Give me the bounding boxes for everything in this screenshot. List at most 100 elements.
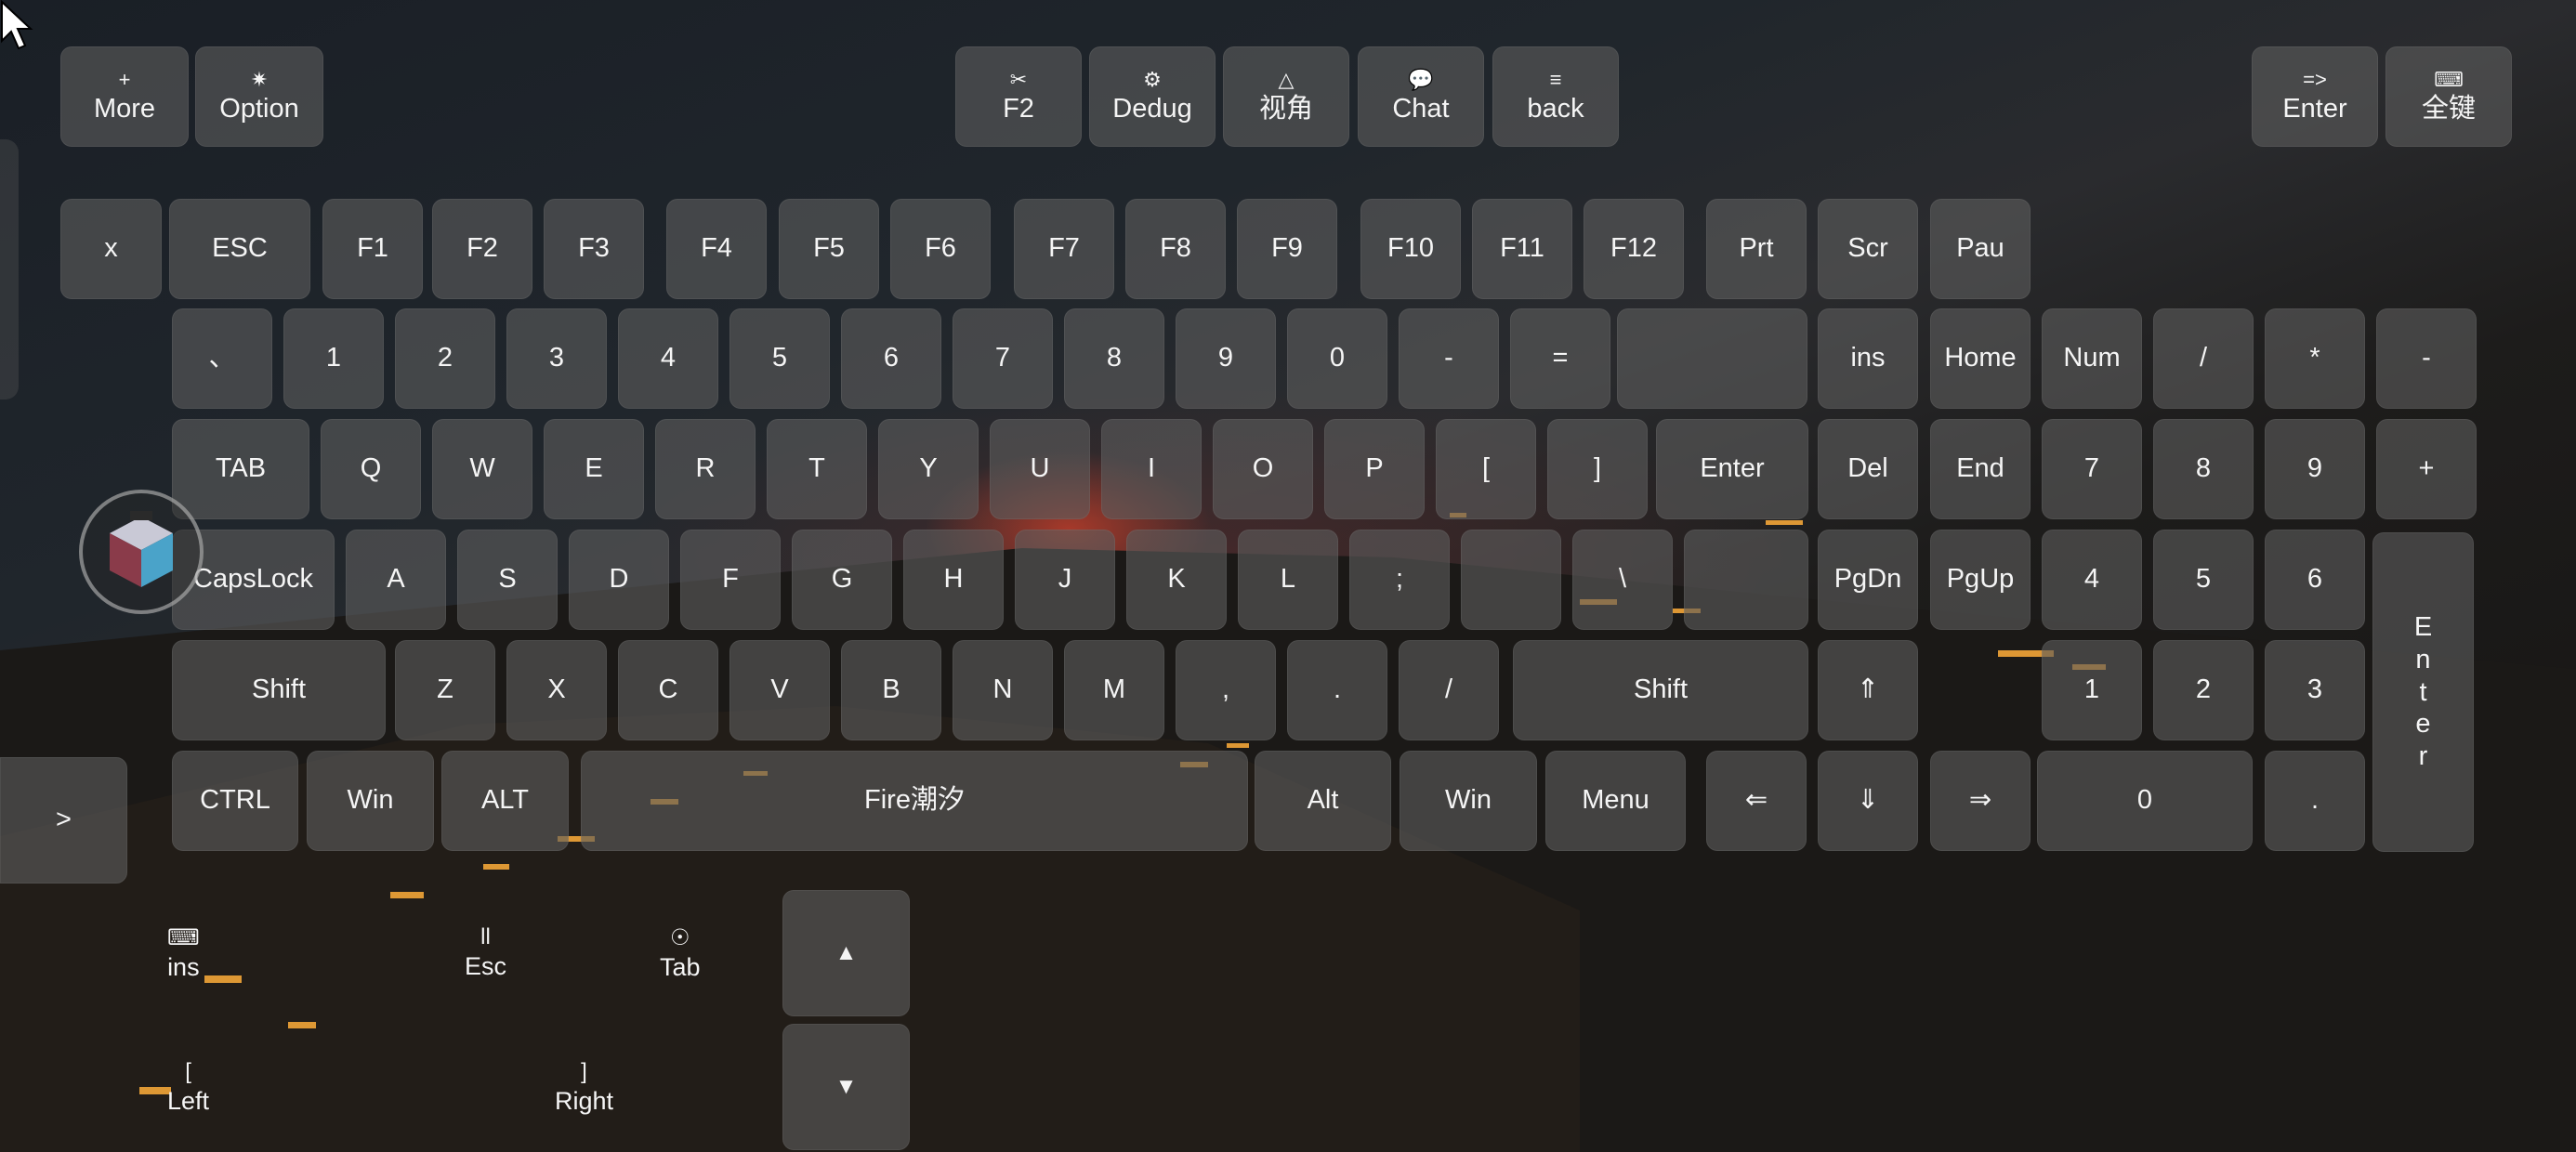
key-tab[interactable]: TAB (172, 419, 309, 519)
key-4[interactable]: 4 (618, 308, 718, 409)
key-arrow-right[interactable]: ⇒ (1930, 751, 2031, 851)
key-6[interactable]: 6 (841, 308, 941, 409)
key-space[interactable]: Fire潮汐 (581, 751, 1248, 851)
key-left-shift[interactable]: Shift (172, 640, 386, 740)
control-left[interactable]: [ Left (167, 1059, 209, 1116)
key-f4[interactable]: F4 (666, 199, 767, 299)
key-e[interactable]: E (544, 419, 644, 519)
control-right[interactable]: ] Right (555, 1059, 613, 1116)
key-f[interactable]: F (680, 530, 781, 630)
key-num-8[interactable]: 8 (2153, 419, 2254, 519)
key-9[interactable]: 9 (1176, 308, 1276, 409)
key-left-bracket[interactable]: [ (1436, 419, 1536, 519)
key-scroll-lock[interactable]: Scr (1818, 199, 1918, 299)
key-equals[interactable]: = (1510, 308, 1610, 409)
key-3[interactable]: 3 (506, 308, 607, 409)
key-comma[interactable]: , (1176, 640, 1276, 740)
key-f5[interactable]: F5 (779, 199, 879, 299)
key-y[interactable]: Y (878, 419, 979, 519)
key-backslash[interactable]: \ (1572, 530, 1673, 630)
key-p[interactable]: P (1324, 419, 1425, 519)
key-num-3[interactable]: 3 (2265, 640, 2365, 740)
key-k[interactable]: K (1126, 530, 1227, 630)
key-num-decimal[interactable]: . (2265, 751, 2365, 851)
key-ctrl[interactable]: CTRL (172, 751, 298, 851)
key-enter[interactable]: Enter (1656, 419, 1808, 519)
key-u[interactable]: U (990, 419, 1090, 519)
key-menu[interactable]: Menu (1545, 751, 1686, 851)
key-insert[interactable]: ins (1818, 308, 1918, 409)
key-w[interactable]: W (432, 419, 532, 519)
key-backspace[interactable] (1617, 308, 1807, 409)
chat-button[interactable]: 💬 Chat (1358, 46, 1484, 147)
key-n[interactable]: N (953, 640, 1053, 740)
scroll-down-button[interactable]: ▼ (782, 1024, 910, 1150)
key-quote[interactable] (1461, 530, 1561, 630)
key-f10[interactable]: F10 (1360, 199, 1461, 299)
key-num-lock[interactable]: Num (2042, 308, 2142, 409)
key-f6[interactable]: F6 (890, 199, 991, 299)
key-backtick[interactable]: 、 (172, 308, 272, 409)
key-win-left[interactable]: Win (307, 751, 434, 851)
key-arrow-up[interactable]: ⇑ (1818, 640, 1918, 740)
key-num-4[interactable]: 4 (2042, 530, 2142, 630)
key-f7[interactable]: F7 (1014, 199, 1114, 299)
key-f11[interactable]: F11 (1472, 199, 1572, 299)
view-button[interactable]: △ 视角 (1223, 46, 1349, 147)
key-slash[interactable]: / (1399, 640, 1499, 740)
back-button[interactable]: ≡ back (1492, 46, 1619, 147)
key-j[interactable]: J (1015, 530, 1115, 630)
key-o[interactable]: O (1213, 419, 1313, 519)
key-1[interactable]: 1 (283, 308, 384, 409)
key-num-5[interactable]: 5 (2153, 530, 2254, 630)
key-num-1[interactable]: 1 (2042, 640, 2142, 740)
key-f8[interactable]: F8 (1125, 199, 1226, 299)
key-b[interactable]: B (841, 640, 941, 740)
key-period[interactable]: . (1287, 640, 1387, 740)
key-num-subtract[interactable]: - (2376, 308, 2477, 409)
option-button[interactable]: ✷ Option (195, 46, 323, 147)
key-semicolon[interactable]: ; (1349, 530, 1450, 630)
control-tab[interactable]: ☉ Tab (660, 924, 701, 982)
key-esc[interactable]: ESC (169, 199, 310, 299)
key-delete[interactable]: Del (1818, 419, 1918, 519)
key-f9[interactable]: F9 (1237, 199, 1337, 299)
debug-button[interactable]: ⚙ Dedug (1089, 46, 1216, 147)
enter-button[interactable]: => Enter (2252, 46, 2378, 147)
key-t[interactable]: T (767, 419, 867, 519)
key-page-up[interactable]: PgUp (1930, 530, 2031, 630)
key-2[interactable]: 2 (395, 308, 495, 409)
key-arrow-left[interactable]: ⇐ (1706, 751, 1807, 851)
key-num-6[interactable]: 6 (2265, 530, 2365, 630)
key-d[interactable]: D (569, 530, 669, 630)
key-f1[interactable]: F1 (322, 199, 423, 299)
key-right-bracket[interactable]: ] (1547, 419, 1648, 519)
key-c[interactable]: C (618, 640, 718, 740)
key-f2[interactable]: F2 (432, 199, 532, 299)
key-l[interactable]: L (1238, 530, 1338, 630)
key-right-shift[interactable]: Shift (1513, 640, 1808, 740)
f2-screenshot-button[interactable]: ✂ F2 (955, 46, 1082, 147)
key-0[interactable]: 0 (1287, 308, 1387, 409)
key-f12[interactable]: F12 (1584, 199, 1684, 299)
key-alt-left[interactable]: ALT (441, 751, 569, 851)
key-print-screen[interactable]: Prt (1706, 199, 1807, 299)
key-page-down[interactable]: PgDn (1818, 530, 1918, 630)
more-button[interactable]: + More (60, 46, 189, 147)
key-v[interactable]: V (729, 640, 830, 740)
key-blank[interactable] (1684, 530, 1808, 630)
key-s[interactable]: S (457, 530, 558, 630)
key-alt-right[interactable]: Alt (1255, 751, 1391, 851)
key-i[interactable]: I (1101, 419, 1202, 519)
key-5[interactable]: 5 (729, 308, 830, 409)
key-num-2[interactable]: 2 (2153, 640, 2254, 740)
key-m[interactable]: M (1064, 640, 1164, 740)
key-a[interactable]: A (346, 530, 446, 630)
control-esc[interactable]: ll Esc (465, 924, 506, 981)
key-x[interactable]: x (60, 199, 162, 299)
key-r[interactable]: R (655, 419, 756, 519)
key-z[interactable]: Z (395, 640, 495, 740)
key-8[interactable]: 8 (1064, 308, 1164, 409)
key-arrow-down[interactable]: ⇓ (1818, 751, 1918, 851)
key-num-add[interactable]: + (2376, 419, 2477, 519)
